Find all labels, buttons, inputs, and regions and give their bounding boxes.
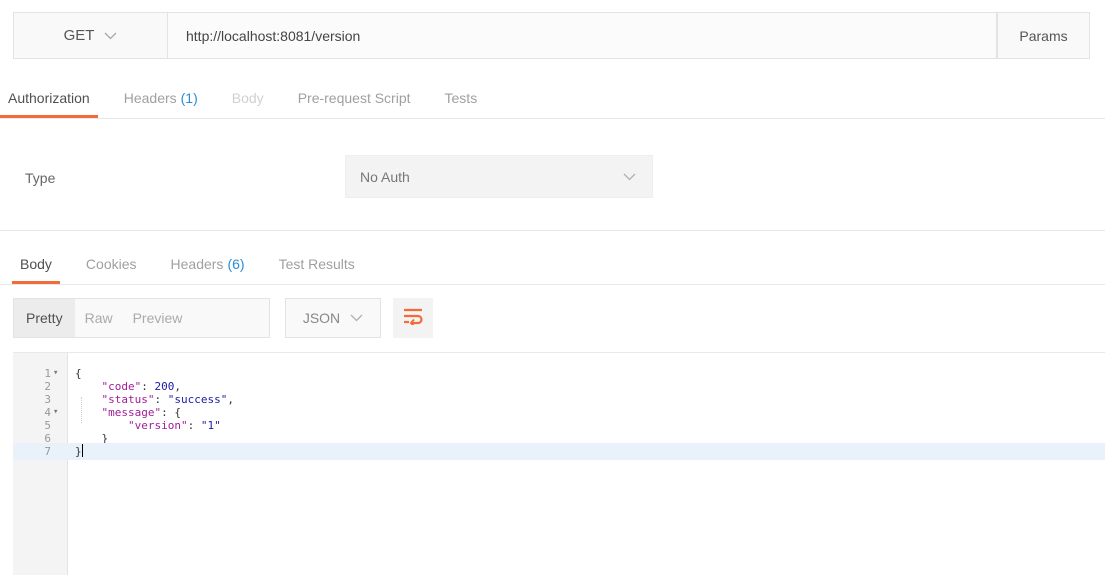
response-view-toggle: Pretty Raw Preview: [13, 298, 270, 338]
code-line: 3 "status": "success",: [13, 393, 1105, 406]
tab-label: Authorization: [8, 90, 90, 106]
line-number: 4: [44, 406, 51, 419]
request-tabs: Authorization Headers (1) Body Pre-reque…: [0, 78, 477, 118]
tab-cookies[interactable]: Cookies: [86, 244, 137, 284]
response-tabs: Body Cookies Headers (6) Test Results: [0, 244, 355, 284]
code-line: 2 "code": 200,: [13, 380, 1105, 393]
format-label: JSON: [302, 310, 341, 326]
tab-label: Body: [20, 256, 52, 272]
chevron-down-icon: [623, 170, 636, 184]
tab-label: Headers: [170, 256, 224, 272]
section-divider: [0, 230, 1105, 231]
preview-button[interactable]: Preview: [123, 310, 193, 326]
tab-pre-request-script[interactable]: Pre-request Script: [298, 78, 411, 118]
tab-body: Body: [232, 78, 264, 118]
tab-response-body[interactable]: Body: [12, 244, 60, 284]
line-number: 3: [44, 393, 51, 406]
tab-label: Pre-request Script: [297, 90, 411, 106]
raw-button[interactable]: Raw: [75, 310, 123, 326]
pretty-button[interactable]: Pretty: [14, 299, 75, 337]
tab-tests[interactable]: Tests: [445, 78, 478, 118]
line-number: 7: [44, 445, 51, 458]
tab-label: Headers: [123, 90, 177, 106]
tab-response-headers[interactable]: Headers (6): [171, 244, 245, 284]
tab-label: Test Results: [278, 256, 355, 272]
request-url-bar: GET http://localhost:8081/version Params: [13, 12, 1090, 59]
code-line: 4 ▾ "message": {: [13, 406, 1105, 419]
line-number: 5: [44, 419, 51, 432]
code-text: {: [75, 367, 82, 380]
auth-type-value: No Auth: [360, 168, 410, 185]
params-label: Params: [1019, 27, 1068, 44]
code-line: 1 ▾ {: [13, 367, 1105, 380]
code-line: 5 "version": "1": [13, 419, 1105, 432]
wrap-lines-icon: [402, 307, 424, 330]
code-text: }: [75, 444, 83, 458]
tab-count-badge: (6): [227, 256, 245, 272]
chevron-down-icon: [350, 311, 363, 325]
params-button[interactable]: Params: [997, 12, 1090, 59]
method-dropdown[interactable]: GET: [13, 12, 168, 59]
tab-test-results[interactable]: Test Results: [279, 244, 355, 284]
line-number: 2: [44, 380, 51, 393]
url-value: http://localhost:8081/version: [186, 27, 361, 44]
tab-authorization[interactable]: Authorization: [0, 78, 98, 118]
fold-arrow-icon[interactable]: ▾: [53, 406, 58, 419]
tab-label: Cookies: [85, 256, 137, 272]
code-line: 7}: [13, 443, 1105, 460]
line-number: 1: [44, 367, 51, 380]
tab-label: Tests: [444, 90, 478, 106]
tab-label: Body: [231, 90, 264, 106]
auth-type-label: Type: [25, 170, 56, 186]
method-label: GET: [63, 27, 95, 44]
wrap-lines-button[interactable]: [393, 298, 433, 338]
code-text: "message": {: [101, 406, 181, 419]
code-text: "code": 200,: [101, 380, 182, 393]
text-cursor: [81, 444, 83, 457]
request-tabs-divider: [0, 118, 1105, 119]
auth-type-dropdown[interactable]: No Auth: [345, 155, 653, 198]
format-dropdown[interactable]: JSON: [285, 298, 381, 338]
chevron-down-icon: [104, 29, 117, 43]
url-input[interactable]: http://localhost:8081/version: [168, 12, 997, 59]
response-tabs-divider: [0, 284, 1105, 285]
tab-headers[interactable]: Headers (1): [124, 78, 198, 118]
code-text: "status": "success",: [101, 393, 234, 406]
code-text: "version": "1": [127, 419, 221, 432]
fold-arrow-icon[interactable]: ▾: [53, 367, 58, 380]
tab-count-badge: (1): [180, 90, 198, 106]
